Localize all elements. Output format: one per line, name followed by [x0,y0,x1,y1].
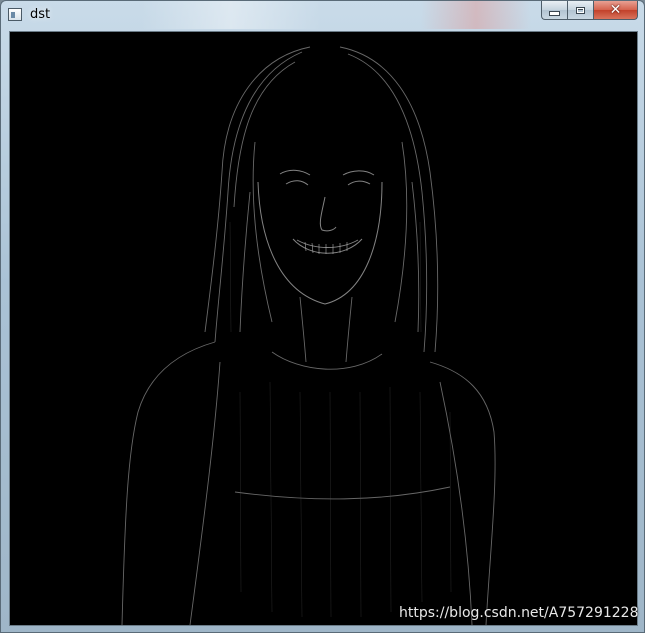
minimize-button[interactable] [541,1,567,20]
app-window: dst ✕ https://blog.csdn.net/A757291228 [0,0,645,633]
title-bar[interactable]: dst ✕ [1,1,644,29]
maximize-icon [576,6,585,14]
image-canvas [9,31,638,626]
close-button[interactable]: ✕ [593,1,638,20]
window-title: dst [30,7,51,22]
watermark-url: https://blog.csdn.net/A757291228 [399,605,639,621]
close-icon: ✕ [609,2,622,18]
maximize-button[interactable] [567,1,593,20]
minimize-icon [549,10,560,16]
app-window-icon[interactable] [8,8,22,21]
window-controls: ✕ [541,1,638,21]
edge-detection-image [10,32,637,625]
